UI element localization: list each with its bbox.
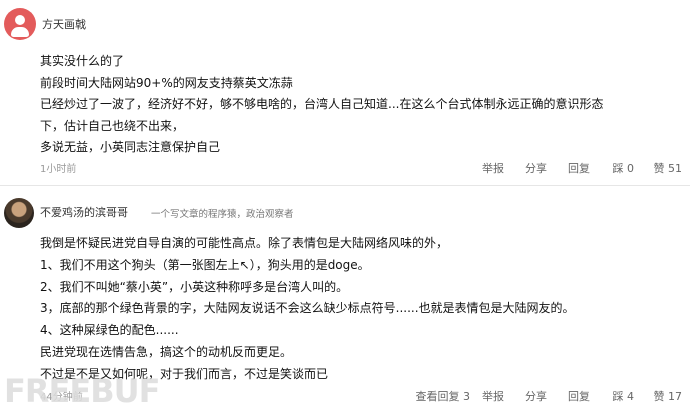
share-button[interactable]: 分享 <box>525 388 547 404</box>
comment-line: 3，底部的那个绿色背景的字，大陆网友说话不会这么缺少标点符号......也就是表… <box>40 301 575 316</box>
comment-username[interactable]: 不爱鸡汤的滨哥哥 <box>40 204 128 220</box>
report-button[interactable]: 举报 <box>482 160 504 176</box>
comment-content: 我倒是怀疑民进党自导自演的可能性高点。除了表情包是大陆网络风味的外， 1、我们不… <box>40 233 575 386</box>
report-button[interactable]: 举报 <box>482 388 504 404</box>
user-avatar[interactable] <box>4 198 34 228</box>
like-button[interactable]: 赞 51 <box>654 160 683 176</box>
comment-line: 其实没什么的了 <box>40 54 125 68</box>
comment-content: 其实没什么的了 前段时间大陆网站90+%的网友支持蔡英文冻蒜 已经炒过了一波了，… <box>40 51 603 159</box>
like-button[interactable]: 赞 17 <box>654 388 683 404</box>
default-avatar-icon[interactable] <box>4 8 36 40</box>
user-bio: 一个写文章的程序猿，政治观察者 <box>151 209 294 220</box>
comment-line: 下，估计自己也绕不出来， <box>40 118 185 133</box>
comment-time: 1小时前 <box>40 164 77 175</box>
comment-line: 我倒是怀疑民进党自导自演的可能性高点。除了表情包是大陆网络风味的外， <box>40 236 449 250</box>
comment-username[interactable]: 方天画戟 <box>42 16 86 32</box>
dislike-button[interactable]: 踩 4 <box>613 388 635 404</box>
reply-button[interactable]: 回复 <box>568 388 590 404</box>
comment-1: 方天画戟 其实没什么的了 前段时间大陆网站90+%的网友支持蔡英文冻蒜 已经炒过… <box>0 0 690 184</box>
comment-line: 1、我们不用这个狗头（第一张图左上↖），狗头用的是doge。 <box>40 257 370 272</box>
comment-line: 民进党现在选情告急，搞这个的动机反而更足。 <box>40 344 293 359</box>
comment-line: 4、这种屎绿色的配色...... <box>40 323 179 338</box>
comment-line: 2、我们不叫她“蔡小英”，小英这种称呼多是台湾人叫的。 <box>40 279 349 294</box>
view-replies-button[interactable]: 查看回复 3 <box>416 388 471 404</box>
comment-line: 前段时间大陆网站90+%的网友支持蔡英文冻蒜 <box>40 75 293 90</box>
dislike-button[interactable]: 踩 0 <box>613 160 635 176</box>
comment-line: 多说无益，小英同志注意保护自己 <box>40 140 221 154</box>
freebuf-watermark: FREEBUF <box>4 372 160 410</box>
comment-line: 已经炒过了一波了，经济好不好，够不够电啥的，台湾人自己知道...在这么个台式体制… <box>40 97 604 111</box>
share-button[interactable]: 分享 <box>525 160 547 176</box>
reply-button[interactable]: 回复 <box>568 160 590 176</box>
